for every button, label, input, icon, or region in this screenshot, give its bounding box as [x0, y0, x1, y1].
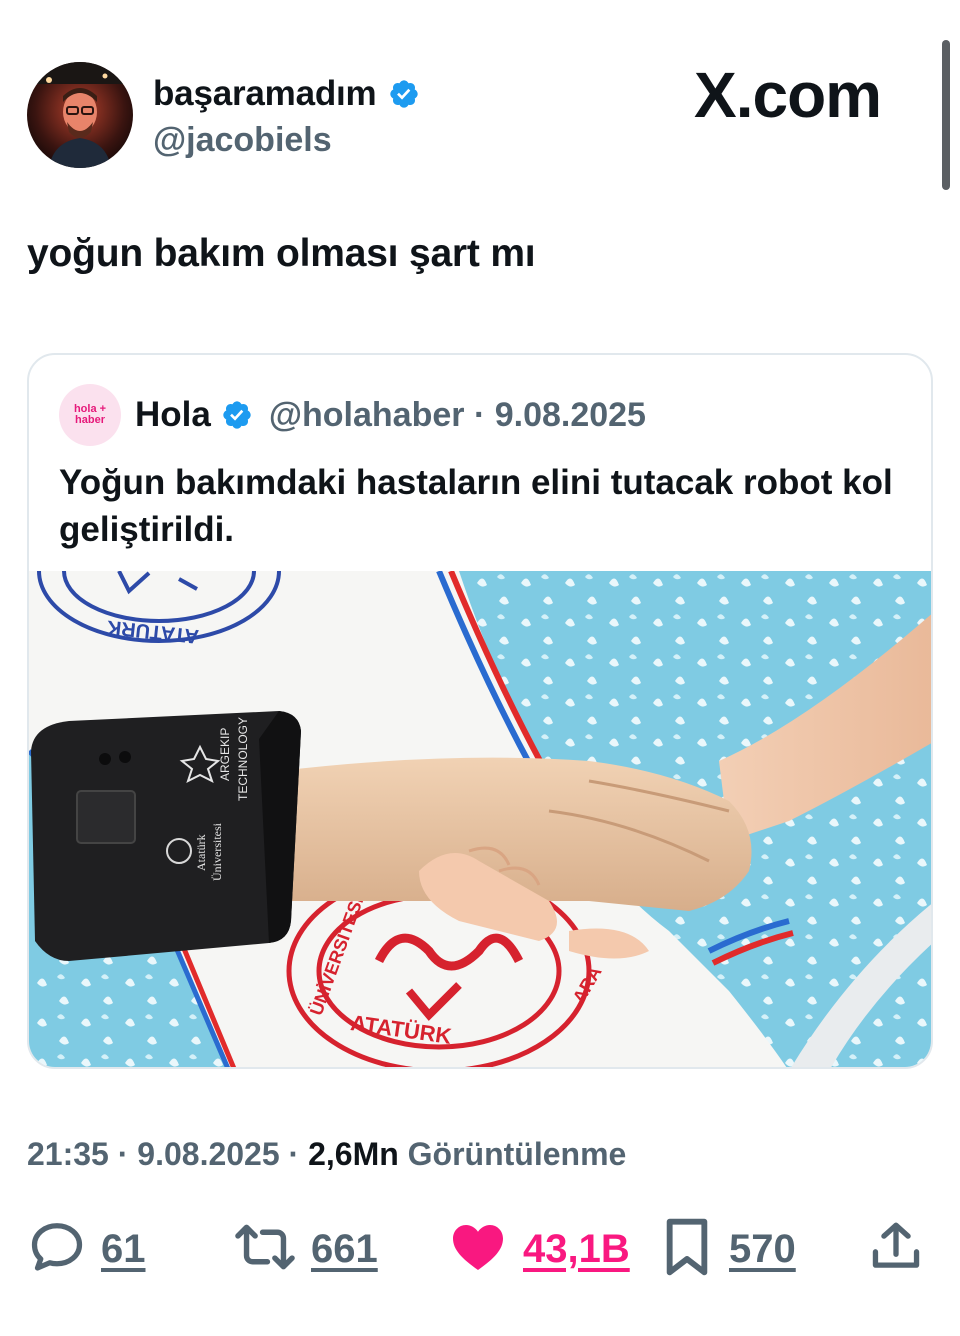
- author-avatar[interactable]: [27, 62, 133, 168]
- separator: ·: [108, 1136, 138, 1172]
- repost-icon: [233, 1217, 297, 1282]
- bookmark-button[interactable]: 570: [659, 1214, 796, 1284]
- device-brand-1: ARGEKIP: [218, 728, 232, 781]
- repost-button[interactable]: 661: [233, 1214, 378, 1284]
- tweet-date[interactable]: 9.08.2025: [137, 1136, 279, 1173]
- tweet-timestamp: 21:35 · 9.08.2025 · 2,6Mn Görüntülenme: [27, 1136, 626, 1173]
- views-label: Görüntülenme: [398, 1136, 627, 1172]
- verified-badge-icon[interactable]: [388, 78, 420, 110]
- tweet-text: yoğun bakım olması şart mı: [27, 232, 536, 275]
- separator: ·: [279, 1136, 309, 1172]
- device-univ-2: Üniversitesi: [210, 822, 224, 881]
- bookmark-count[interactable]: 570: [729, 1227, 796, 1272]
- quoted-avatar-text-2: haber: [75, 414, 105, 426]
- author-handle[interactable]: @jacobiels: [153, 119, 420, 161]
- author-names: başaramadım @jacobiels: [153, 69, 420, 161]
- reply-count[interactable]: 61: [101, 1227, 146, 1272]
- like-button[interactable]: 43,1B: [447, 1214, 630, 1284]
- like-count[interactable]: 43,1B: [523, 1227, 630, 1272]
- scrollbar[interactable]: [942, 40, 950, 190]
- tweet-actions: 61 661 43,1B 570: [27, 1214, 927, 1284]
- share-button[interactable]: [867, 1214, 925, 1284]
- quoted-avatar[interactable]: hola + haber: [59, 384, 121, 446]
- tweet-time[interactable]: 21:35: [27, 1136, 109, 1173]
- tweet-author: başaramadım @jacobiels: [27, 62, 420, 168]
- device-univ-1: Atatürk: [194, 834, 208, 871]
- robot-device: [31, 711, 301, 961]
- author-display-name[interactable]: başaramadım: [153, 74, 377, 114]
- quoted-display-name[interactable]: Hola: [135, 395, 211, 435]
- brand-logo: X.com: [694, 59, 882, 131]
- quoted-handle-date[interactable]: @holahaber · 9.08.2025: [269, 396, 646, 435]
- share-icon: [867, 1217, 925, 1282]
- quoted-tweet-text: Yoğun bakımdaki hastaların elini tutacak…: [59, 463, 893, 549]
- views-count: 2,6Mn: [308, 1136, 399, 1172]
- like-icon: [447, 1217, 509, 1282]
- reply-button[interactable]: 61: [27, 1214, 146, 1284]
- repost-count[interactable]: 661: [311, 1227, 378, 1272]
- reply-icon: [27, 1217, 87, 1282]
- device-brand-2: TECHNOLOGY: [236, 717, 250, 801]
- quoted-tweet-header: hola + haber Hola @holahaber · 9.08.2025: [59, 383, 646, 447]
- quoted-tweet-image[interactable]: ATATÜRK ATATÜRK ÜNİVERSİTESİ ARA ARGEKIP…: [29, 499, 931, 1067]
- verified-badge-icon[interactable]: [221, 399, 253, 431]
- bookmark-icon: [659, 1215, 715, 1284]
- quoted-tweet[interactable]: hola + haber Hola @holahaber · 9.08.2025…: [27, 353, 933, 1069]
